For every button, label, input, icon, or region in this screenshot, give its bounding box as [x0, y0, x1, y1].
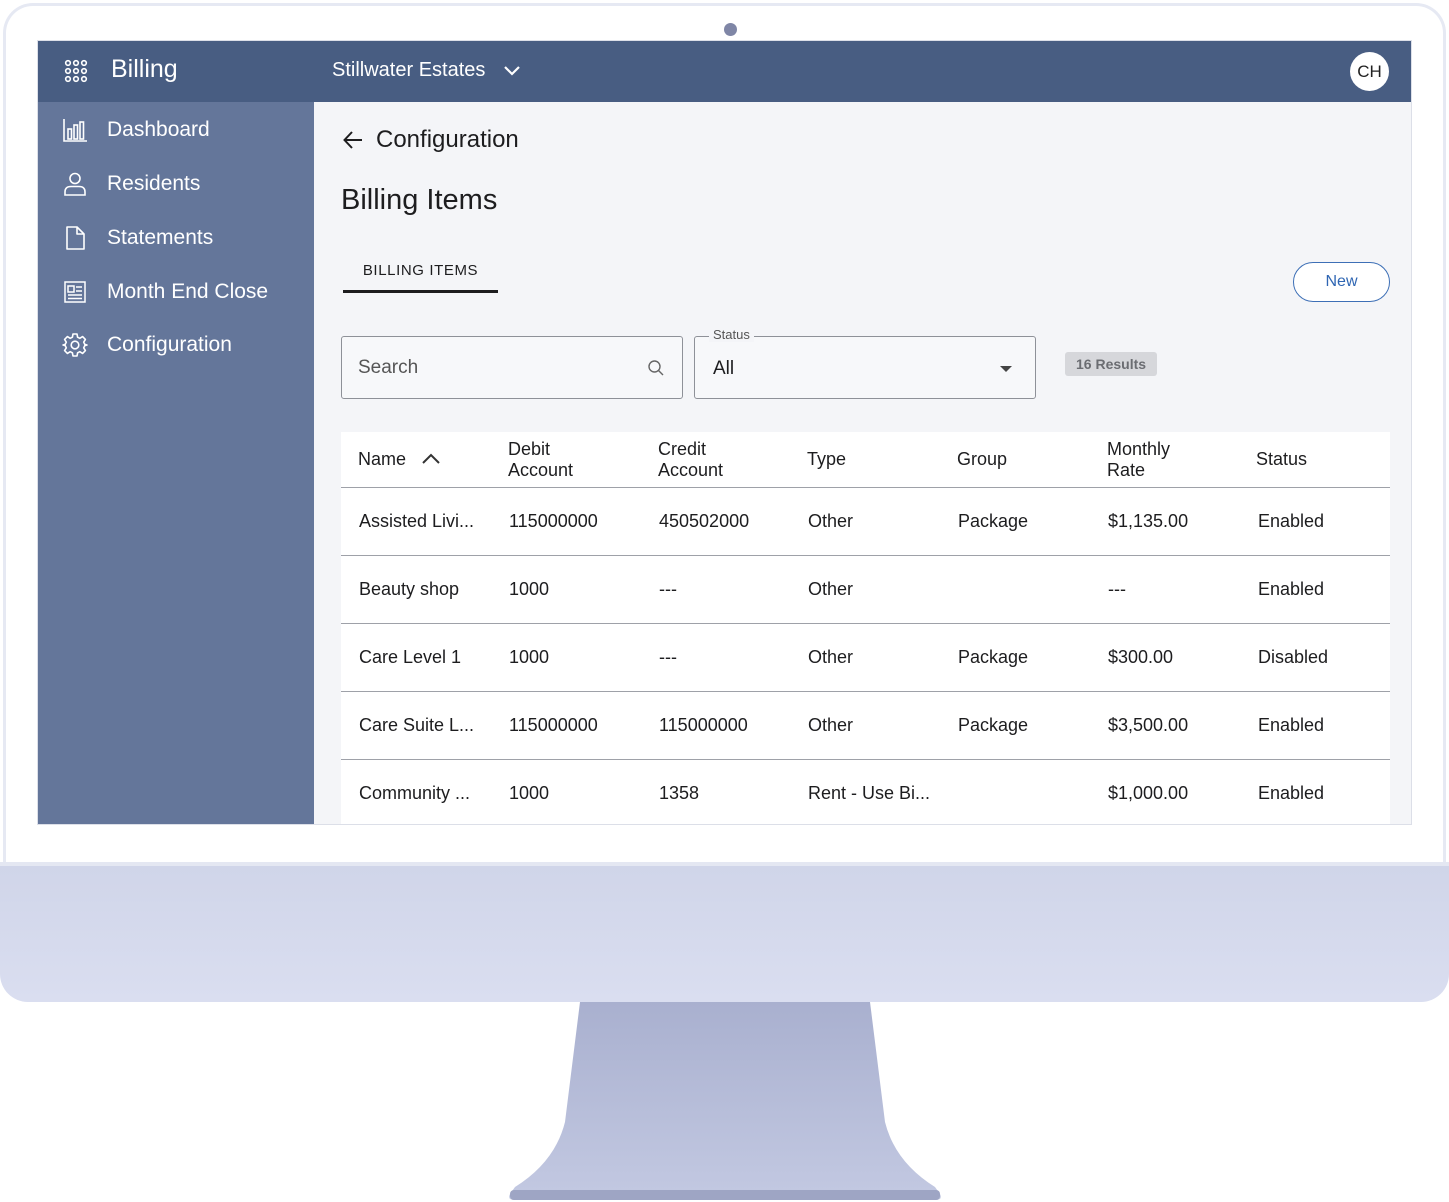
- tab-billing-items[interactable]: BILLING ITEMS: [343, 260, 498, 293]
- cell-status: Enabled: [1258, 511, 1325, 531]
- cell-debit-account: 1000: [509, 647, 550, 667]
- sidebar-item-statements[interactable]: Statements: [38, 214, 314, 262]
- cell-name: Assisted Livi...: [359, 511, 475, 531]
- cell-credit-account: 115000000: [659, 715, 748, 735]
- main-content: Configuration Billing Items BILLING ITEM…: [314, 102, 1411, 824]
- arrow-left-icon: [343, 131, 362, 149]
- cell-credit-account: 1358: [659, 783, 700, 803]
- cell-type: Other: [808, 715, 854, 735]
- sidebar-item-month-end-close[interactable]: Month End Close: [38, 268, 314, 316]
- cell-group: Package: [958, 715, 1029, 735]
- table-row[interactable]: Care Suite L... 115000000 115000000 Othe…: [341, 692, 1390, 760]
- status-filter-value: All: [713, 358, 735, 379]
- document-icon: [66, 226, 85, 250]
- column-header-type: Type: [807, 449, 847, 469]
- cell-status: Enabled: [1258, 579, 1325, 599]
- community-name: Stillwater Estates: [332, 59, 486, 81]
- results-count-badge: 16 Results: [1065, 352, 1158, 376]
- cell-name: Beauty shop: [359, 579, 460, 599]
- cell-debit-account: 115000000: [509, 511, 598, 531]
- cell-group: Package: [958, 647, 1029, 667]
- cell-name: Care Suite L...: [359, 715, 475, 735]
- tab-label: BILLING ITEMS: [362, 262, 479, 279]
- new-button[interactable]: New: [1293, 262, 1390, 302]
- app-screen: Billing Stillwater Estates CH Dashboard: [37, 40, 1412, 825]
- cell-debit-account: 1000: [509, 783, 550, 803]
- cell-credit-account: 450502000: [659, 511, 750, 531]
- cell-status: Disabled: [1258, 647, 1329, 667]
- cell-type: Rent - Use Bi...: [808, 783, 931, 803]
- column-header-group: Group: [957, 449, 1008, 469]
- cell-debit-account: 1000: [509, 579, 550, 599]
- sidebar-item-label: Statements: [107, 226, 214, 249]
- page-title: Billing Items: [341, 184, 498, 216]
- sort-ascending-icon[interactable]: [421, 451, 441, 465]
- monitor-chin: [0, 862, 1449, 1002]
- app-title: Billing: [111, 55, 178, 83]
- cell-type: Other: [808, 511, 854, 531]
- sidebar-item-label: Month End Close: [107, 280, 269, 303]
- sidebar-item-label: Residents: [107, 172, 201, 195]
- sidebar-item-label: Dashboard: [107, 118, 210, 141]
- cell-type: Other: [808, 579, 854, 599]
- cell-credit-account: ---: [659, 647, 677, 667]
- table-row[interactable]: Community ... 1000 1358 Rent - Use Bi...…: [341, 760, 1390, 824]
- camera-dot: [724, 23, 737, 36]
- cell-status: Enabled: [1258, 715, 1325, 735]
- cell-group: Package: [958, 511, 1029, 531]
- column-header-monthly-rate: Monthly Rate: [1107, 439, 1170, 481]
- cell-monthly-rate: $1,000.00: [1108, 783, 1189, 803]
- chevron-down-icon: [504, 65, 521, 76]
- column-header-debit-account: Debit Account: [508, 439, 573, 481]
- status-filter-select[interactable]: Status All: [694, 327, 1036, 399]
- search-icon[interactable]: [647, 359, 665, 377]
- cell-name: Community ...: [359, 783, 471, 803]
- header-line: Account: [508, 460, 574, 480]
- apps-grid-icon[interactable]: [64, 59, 88, 83]
- cell-name: Care Level 1: [359, 647, 462, 667]
- header-line: Rate: [1107, 460, 1146, 480]
- back-to-configuration-link[interactable]: Configuration: [342, 126, 519, 154]
- sidebar-item-dashboard[interactable]: Dashboard: [38, 106, 314, 154]
- cell-monthly-rate: $3,500.00: [1108, 715, 1189, 735]
- column-header-name[interactable]: Name: [358, 449, 406, 470]
- header-line: Credit: [658, 439, 707, 459]
- person-icon: [64, 172, 86, 196]
- header-line: Account: [658, 460, 724, 480]
- sidebar-item-configuration[interactable]: Configuration: [38, 321, 314, 369]
- billing-items-table: Name Debit Account Credit Account Type G…: [341, 432, 1390, 824]
- header-line: Monthly: [1107, 439, 1171, 459]
- cell-credit-account: ---: [659, 579, 677, 599]
- search-field: [341, 336, 683, 399]
- top-app-bar: Billing Stillwater Estates CH: [38, 41, 1411, 102]
- sidebar: Dashboard Residents Statements Month End…: [38, 102, 314, 824]
- dropdown-arrow-icon: [1000, 366, 1012, 372]
- sidebar-item-label: Configuration: [107, 333, 232, 356]
- table-row[interactable]: Beauty shop 1000 --- Other --- Enabled: [341, 556, 1390, 624]
- column-header-credit-account: Credit Account: [658, 439, 723, 481]
- table-row[interactable]: Assisted Livi... 115000000 450502000 Oth…: [341, 488, 1390, 556]
- cell-debit-account: 115000000: [509, 715, 598, 735]
- monitor-stand: [509, 1002, 941, 1200]
- cell-type: Other: [808, 647, 854, 667]
- column-header-status: Status: [1256, 449, 1308, 469]
- header-line: Debit: [508, 439, 551, 459]
- cell-status: Enabled: [1258, 783, 1325, 803]
- status-filter-label: Status: [709, 327, 754, 342]
- bar-chart-icon: [63, 119, 87, 142]
- user-avatar[interactable]: CH: [1350, 52, 1389, 91]
- back-link-label: Configuration: [376, 126, 519, 153]
- table-row[interactable]: Care Level 1 1000 --- Other Package $300…: [341, 624, 1390, 692]
- cell-monthly-rate: $1,135.00: [1108, 511, 1189, 531]
- sidebar-item-residents[interactable]: Residents: [38, 160, 314, 208]
- cell-monthly-rate: $300.00: [1108, 647, 1174, 667]
- cell-monthly-rate: ---: [1108, 579, 1126, 599]
- search-input[interactable]: [358, 355, 638, 381]
- table-header-row: Name Debit Account Credit Account Type G…: [341, 432, 1390, 488]
- newspaper-icon: [64, 281, 86, 303]
- gear-icon: [62, 333, 88, 357]
- community-selector[interactable]: Stillwater Estates: [332, 59, 521, 82]
